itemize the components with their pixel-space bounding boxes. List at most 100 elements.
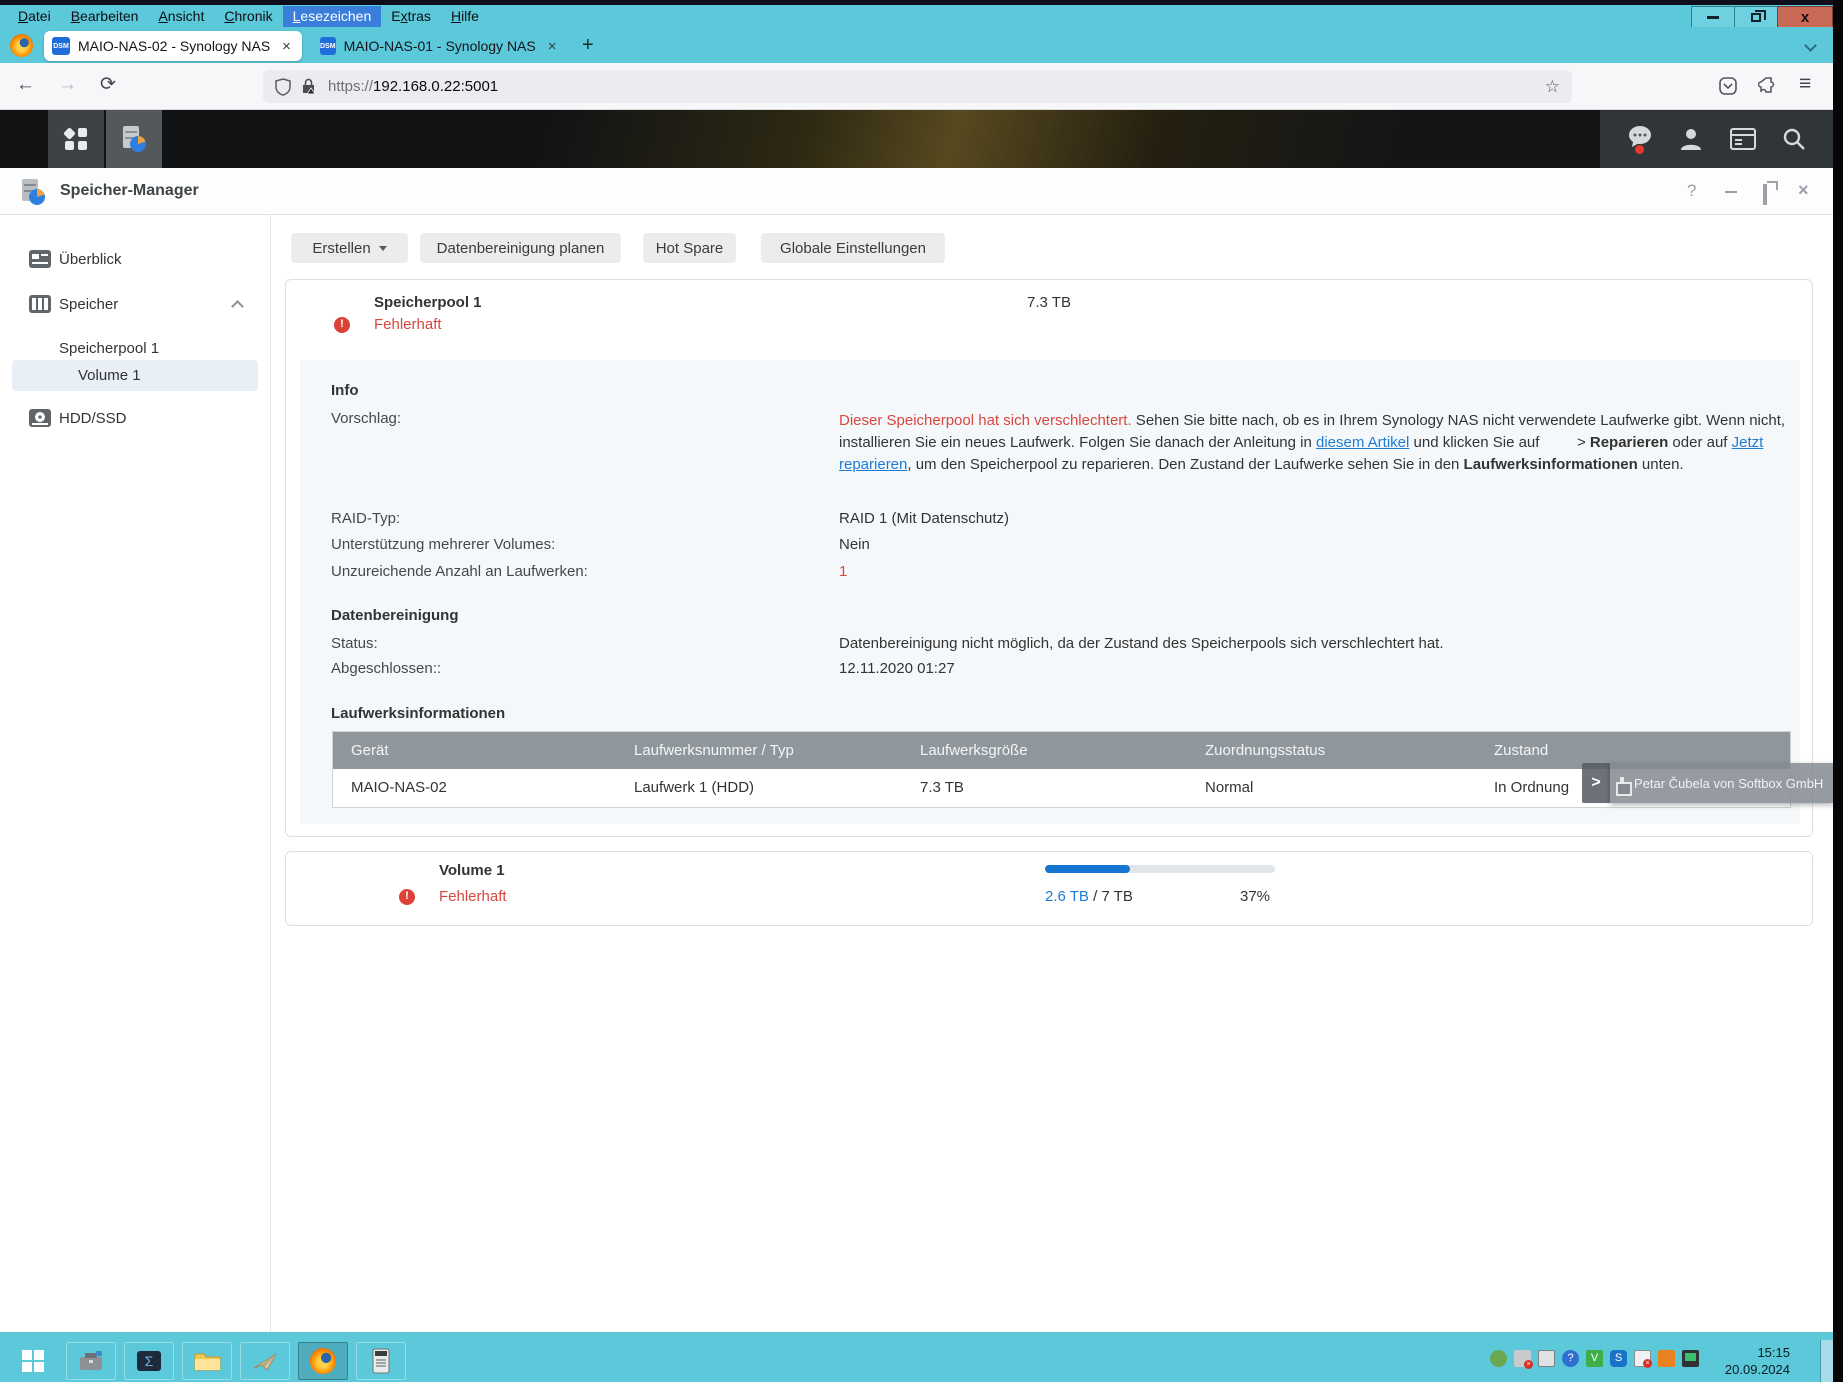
tab-maio-nas-01[interactable]: DSM MAIO-NAS-01 - Synology NAS × [312, 31, 560, 61]
app-title: Speicher-Manager [60, 182, 199, 200]
taskbar-app-button-4[interactable] [240, 1342, 290, 1380]
volume-percent: 37% [1240, 888, 1270, 905]
volume-muted-icon[interactable]: × [1514, 1350, 1531, 1367]
notifications-icon[interactable] [1627, 125, 1653, 154]
taskbar: Σ × ? V S × 15:15 20.09.2024 [0, 1340, 1833, 1382]
help-balloon-icon[interactable]: ? [1562, 1350, 1579, 1367]
network-icon[interactable] [1538, 1350, 1555, 1367]
shield-s-icon[interactable]: S [1610, 1350, 1627, 1367]
taskbar-file-explorer-button[interactable] [182, 1342, 232, 1380]
taskbar-app-button-6[interactable] [356, 1342, 406, 1380]
pocket-icon[interactable] [1718, 76, 1738, 96]
error-icon: ! [334, 317, 350, 333]
sidebar-item-speicher[interactable]: Speicher [0, 289, 271, 319]
volume-separator: / [1089, 888, 1102, 905]
sbx-tray-icon[interactable] [1490, 1350, 1507, 1367]
taskbar-firefox-button[interactable] [298, 1342, 348, 1380]
insufficient-drives-label: Unzureichende Anzahl an Laufwerken: [331, 563, 588, 580]
globale-einstellungen-button[interactable]: Globale Einstellungen [761, 233, 945, 263]
scrub-status-label: Status: [331, 635, 378, 652]
windows-logo-icon [22, 1350, 44, 1372]
forward-button[interactable]: → [58, 75, 77, 94]
bookmark-star-icon[interactable]: ☆ [1545, 77, 1560, 97]
menu-chronik[interactable]: Chronik [214, 6, 282, 27]
menu-lesezeichen[interactable]: Lesezeichen [283, 6, 382, 27]
user-icon[interactable] [1679, 127, 1703, 151]
url-bar[interactable]: https:// 192.168.0.22:5001 ☆ [263, 70, 1572, 103]
taskbar-server-manager-button[interactable] [66, 1342, 116, 1380]
tab-list-chevron-icon[interactable] [1804, 39, 1817, 52]
taskbar-clock[interactable]: 15:15 20.09.2024 [1690, 1344, 1790, 1378]
shield-icon[interactable] [275, 78, 291, 96]
volume-used[interactable]: 2.6 TB [1045, 888, 1089, 905]
screen: Datei Bearbeiten Ansicht Chronik Lesezei… [0, 0, 1843, 1382]
sidebar-item-hdd-ssd[interactable]: HDD/SSD [0, 403, 271, 433]
speicherpool-panel: Speicherpool 1 7.3 TB ! Fehlerhaft Info … [285, 279, 1813, 837]
action-center-flag-icon[interactable]: × [1634, 1350, 1651, 1367]
sidebar-item-label: Speicherpool 1 [59, 340, 159, 357]
sidebar-item-ueberblick[interactable]: Überblick [0, 244, 271, 274]
clock-date: 20.09.2024 [1690, 1361, 1790, 1378]
datenbereinigung-planen-button[interactable]: Datenbereinigung planen [420, 233, 621, 263]
app-help-button[interactable]: ? [1687, 182, 1696, 199]
datenbereinigung-heading: Datenbereinigung [331, 607, 459, 624]
sidebar-item-speicherpool-1[interactable]: Speicherpool 1 [0, 333, 271, 363]
taskbar-powershell-button[interactable]: Σ [124, 1342, 174, 1380]
hamburger-menu-icon[interactable]: ≡ [1799, 72, 1811, 96]
col-laufwerksnummer[interactable]: Laufwerksnummer / Typ [634, 742, 794, 759]
hot-spare-button[interactable]: Hot Spare [643, 233, 736, 263]
multi-volume-label: Unterstützung mehrerer Volumes: [331, 536, 555, 553]
col-zuordnungsstatus[interactable]: Zuordnungsstatus [1205, 742, 1325, 759]
menu-bearbeiten[interactable]: Bearbeiten [61, 6, 149, 27]
volume-total: 7 TB [1101, 888, 1132, 905]
chevron-up-icon[interactable] [231, 300, 244, 313]
erstellen-button[interactable]: Erstellen [291, 233, 408, 263]
back-button[interactable]: ← [16, 75, 35, 94]
extensions-puzzle-icon[interactable] [1758, 75, 1779, 96]
col-laufwerksgroesse[interactable]: Laufwerksgröße [920, 742, 1028, 759]
drive-table-header: Gerät Laufwerksnummer / Typ Laufwerksgrö… [333, 732, 1790, 769]
col-geraet[interactable]: Gerät [351, 742, 389, 759]
show-desktop-button[interactable] [1820, 1340, 1833, 1382]
volume-panel: Volume 1 ! Fehlerhaft 2.6 TB / 7 TB 37% [285, 851, 1813, 926]
laufwerksinformationen-heading: Laufwerksinformationen [331, 705, 505, 722]
tab-close-icon[interactable]: × [282, 39, 291, 54]
app-close-button[interactable]: × [1798, 181, 1809, 199]
dsm-main-menu-button[interactable] [48, 110, 104, 168]
lock-warning-icon[interactable] [301, 78, 316, 95]
dsm-storage-manager-button[interactable] [106, 110, 162, 168]
firefox-logo-icon[interactable] [10, 34, 33, 57]
new-tab-button[interactable]: + [582, 35, 594, 55]
menu-hilfe[interactable]: Hilfe [441, 6, 489, 27]
search-icon[interactable] [1782, 127, 1806, 151]
start-button[interactable] [8, 1342, 58, 1380]
app-restore-button[interactable] [1763, 184, 1767, 205]
cell-device: MAIO-NAS-02 [351, 779, 447, 796]
menu-extras[interactable]: Extras [381, 6, 441, 27]
document-app-icon [252, 1350, 278, 1372]
table-row[interactable]: MAIO-NAS-02 Laufwerk 1 (HDD) 7.3 TB Norm… [333, 769, 1790, 807]
app-sidebar: Überblick Speicher Speicherpool 1 Volume… [0, 215, 271, 1332]
window-close-button[interactable]: x [1777, 6, 1833, 28]
tab-maio-nas-02[interactable]: DSM MAIO-NAS-02 - Synology NAS × [44, 31, 302, 61]
app-minimize-button[interactable] [1725, 191, 1737, 193]
tab-close-icon[interactable]: × [548, 39, 557, 54]
remote-overlay-collapse-button[interactable]: > [1582, 763, 1610, 803]
reload-button[interactable]: ⟳ [100, 75, 116, 94]
overview-icon [28, 249, 52, 269]
java-icon[interactable] [1658, 1350, 1675, 1367]
pool-size: 7.3 TB [286, 294, 1812, 311]
dsm-favicon: DSM [52, 37, 70, 55]
remote-session-overlay[interactable]: Petar Čubela von Softbox GmbH [1610, 763, 1833, 803]
menu-ansicht[interactable]: Ansicht [148, 6, 214, 27]
pool-detail-section: Info Vorschlag: Dieser Speicherpool hat … [300, 360, 1800, 824]
window-minimize-button[interactable] [1691, 6, 1735, 28]
col-zustand[interactable]: Zustand [1494, 742, 1548, 759]
antivirus-icon[interactable]: V [1586, 1350, 1603, 1367]
hdd-icon [28, 408, 52, 428]
widgets-icon[interactable] [1730, 128, 1756, 150]
sidebar-item-label: Überblick [59, 251, 122, 268]
menu-datei[interactable]: Datei [8, 6, 61, 27]
window-restore-button[interactable] [1734, 6, 1778, 28]
sidebar-item-volume-1[interactable]: Volume 1 [12, 360, 258, 391]
